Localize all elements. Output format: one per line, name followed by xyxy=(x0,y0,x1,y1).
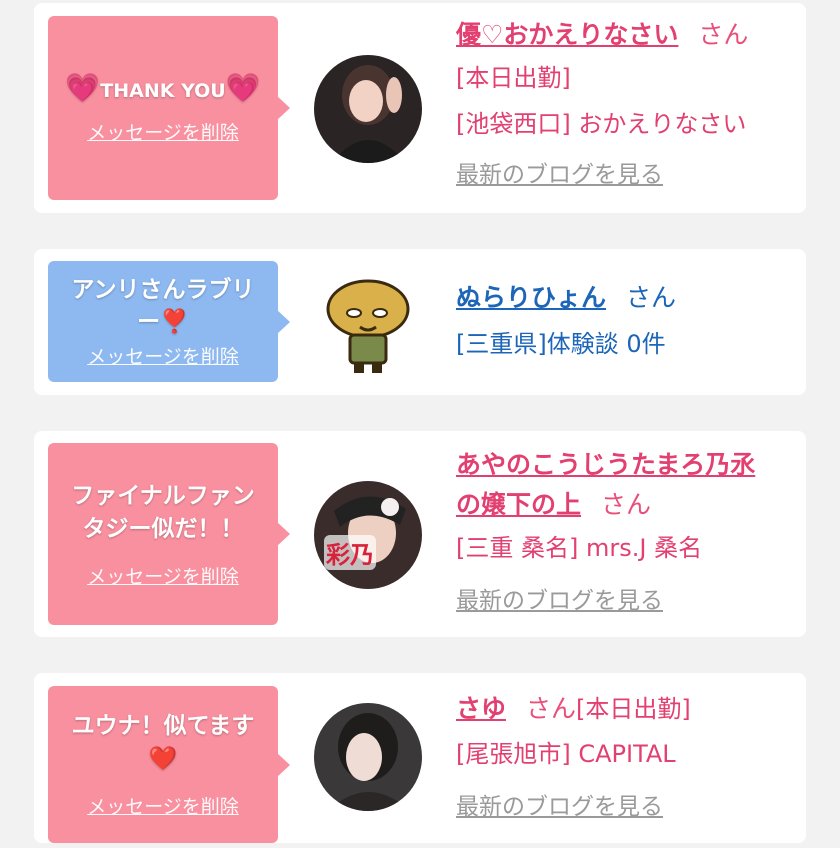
bubble-message-line: ユウナ！似てます xyxy=(71,713,255,739)
message-bubble: ファイナルファン タジー似だ！！ メッセージを削除 xyxy=(48,443,290,625)
heart-icon: ❤️ xyxy=(148,746,178,772)
cast-info: 優♡おかえりなさい さん [本日出勤] [池袋西口] おかえりなさい 最新のブログ… xyxy=(456,15,790,198)
bubble-message-line: タジー似だ！！ xyxy=(82,515,244,542)
message-bubble: ユウナ！似てます ❤️ メッセージを削除 xyxy=(48,686,290,843)
favorite-card: ファイナルファン タジー似だ！！ メッセージを削除 彩乃 あやのこうじうたまろ乃… xyxy=(34,431,806,637)
avatar-stamp-text: 彩乃 xyxy=(324,535,376,570)
bubble-message-line: ファイナルファン xyxy=(71,482,255,509)
honorific: さん xyxy=(526,694,577,723)
cast-name-link[interactable]: の嬢下の上 xyxy=(456,490,581,519)
cast-name-link[interactable]: あやのこうじうたまろ乃氶 xyxy=(456,450,755,479)
message-bubble: アンリさんラブリ ー❣️ メッセージを削除 xyxy=(48,261,290,382)
avatar[interactable] xyxy=(314,55,422,163)
honorific: さん xyxy=(698,20,749,49)
bubble-message: 💗THANK YOU💗 xyxy=(65,71,260,108)
blog-link[interactable]: 最新のブログを見る xyxy=(456,162,663,188)
honorific: さん xyxy=(626,283,677,312)
cast-name-link[interactable]: さゆ xyxy=(456,694,506,723)
review-count-text: [三重県]体験談 0件 xyxy=(456,330,666,358)
honorific: さん xyxy=(601,490,652,519)
cast-info: あやのこうじうたまろ乃氶 の嬢下の上 さん [三重 桑名] mrs.J 桑名 最新… xyxy=(456,445,790,624)
avatar[interactable]: 彩乃 xyxy=(314,481,422,589)
shop-text: [尾張旭市] CAPITAL xyxy=(456,740,676,768)
bubble-message: ファイナルファン タジー似だ！！ xyxy=(71,480,255,546)
favorite-card: 💗THANK YOU💗 メッセージを削除 優♡おかえりなさい さん [本日出勤] … xyxy=(34,3,806,213)
heart-icon: 💗 xyxy=(65,71,101,104)
avatar[interactable] xyxy=(314,269,422,377)
avatar-character-icon xyxy=(314,269,422,377)
status-text: [本日出勤] xyxy=(576,695,691,723)
blog-link[interactable]: 最新のブログを見る xyxy=(456,794,663,820)
blog-link[interactable]: 最新のブログを見る xyxy=(456,588,663,614)
cast-info: ぬらりひょん さん [三重県]体験談 0件 xyxy=(456,275,790,367)
delete-message-link[interactable]: メッセージを削除 xyxy=(87,342,239,369)
cast-name-link[interactable]: ぬらりひょん xyxy=(456,283,606,312)
bubble-message-line: ー❣️ xyxy=(137,309,189,335)
message-bubble: 💗THANK YOU💗 メッセージを削除 xyxy=(48,16,290,200)
shop-text: [池袋西口] おかえりなさい xyxy=(456,110,747,138)
delete-message-link[interactable]: メッセージを削除 xyxy=(87,118,239,145)
favorite-card: アンリさんラブリ ー❣️ メッセージを削除 ぬらりひょん さん [三重県]体験談 … xyxy=(34,249,806,395)
avatar-photo xyxy=(314,55,422,163)
status-text: [本日出勤] xyxy=(456,64,571,92)
cast-name-link[interactable]: 優♡おかえりなさい xyxy=(456,20,678,49)
bubble-message: アンリさんラブリ ー❣️ xyxy=(71,274,254,338)
heart-icon: 💗 xyxy=(225,71,261,104)
avatar[interactable] xyxy=(314,703,422,811)
shop-text: [三重 桑名] mrs.J 桑名 xyxy=(456,534,703,562)
favorite-card: ユウナ！似てます ❤️ メッセージを削除 さゆ さん[本日出勤] [尾張旭市] C… xyxy=(34,673,806,843)
delete-message-link[interactable]: メッセージを削除 xyxy=(87,562,239,589)
bubble-message-line: アンリさんラブリ xyxy=(71,277,255,303)
delete-message-link[interactable]: メッセージを削除 xyxy=(87,792,239,819)
bubble-message-text: THANK YOU xyxy=(100,80,226,102)
bubble-message: ユウナ！似てます ❤️ xyxy=(72,710,255,776)
cast-info: さゆ さん[本日出勤] [尾張旭市] CAPITAL 最新のブログを見る xyxy=(456,687,790,830)
avatar-photo xyxy=(314,703,422,811)
